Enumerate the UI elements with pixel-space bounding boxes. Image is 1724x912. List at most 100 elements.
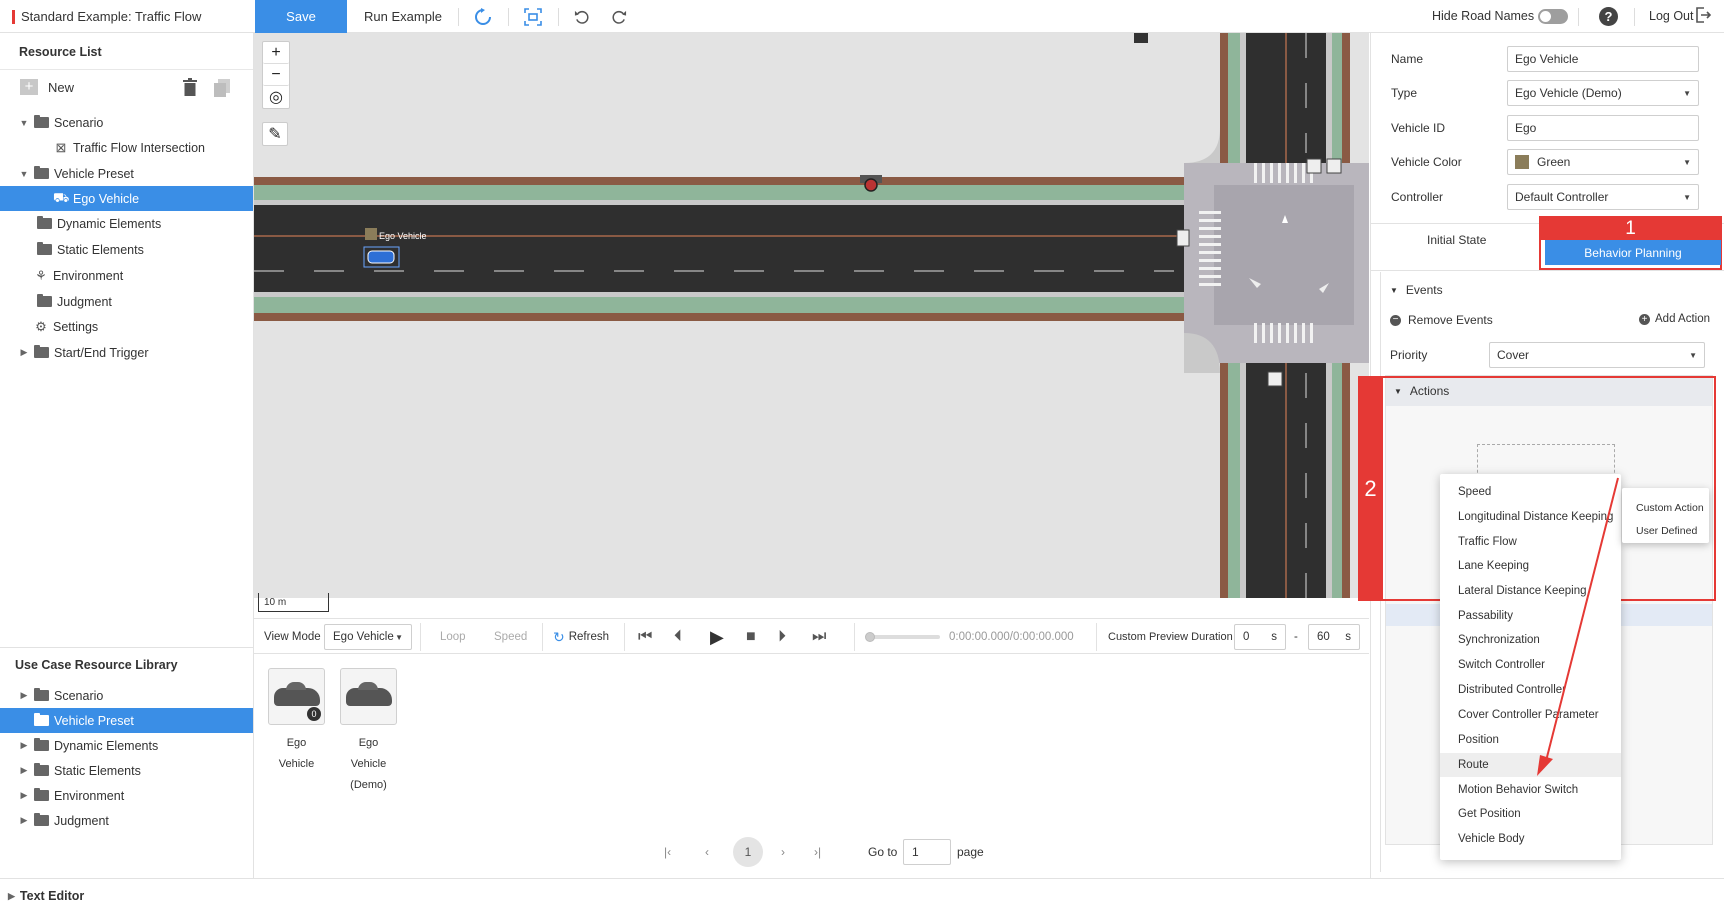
slider-handle[interactable] <box>865 632 875 642</box>
library-item-label: Judgment <box>54 813 109 828</box>
menu-item-get-position[interactable]: Get Position <box>1440 802 1621 826</box>
undo-icon[interactable] <box>571 6 593 28</box>
copy-icon[interactable] <box>214 79 230 100</box>
run-example-button[interactable]: Run Example <box>364 9 442 24</box>
zoom-out-button[interactable]: − <box>263 64 289 86</box>
library-item-static-elements[interactable]: ▶ Static Elements <box>0 758 253 783</box>
ruler-icon[interactable]: ✎ <box>262 122 288 146</box>
loop-button[interactable]: Loop <box>440 619 466 655</box>
tree-item-ego-vehicle[interactable]: ⛟ Ego Vehicle <box>0 186 253 211</box>
tree-item-label: Settings <box>53 319 99 334</box>
priority-select[interactable]: Cover ▼ <box>1489 342 1705 368</box>
sync-icon[interactable] <box>472 6 494 28</box>
toolbar-divider <box>558 8 559 26</box>
save-button[interactable]: Save <box>255 0 347 33</box>
remove-events-label: Remove Events <box>1408 313 1493 327</box>
tree-item-dynamic-elements[interactable]: Dynamic Elements <box>0 211 253 236</box>
logout-icon[interactable] <box>1694 6 1712 29</box>
tree-item-start-end-trigger[interactable]: ▶ Start/End Trigger <box>0 340 253 365</box>
tree-item-static-elements[interactable]: Static Elements <box>0 237 253 262</box>
tree-item-scenario[interactable]: ▼ Scenario <box>0 110 253 135</box>
expand-arrow-icon[interactable]: ▶ <box>18 347 30 358</box>
zoom-in-button[interactable]: + <box>263 42 289 64</box>
delete-icon[interactable] <box>182 78 198 99</box>
expand-arrow-icon[interactable]: ▶ <box>18 765 30 776</box>
redo-icon[interactable] <box>607 6 629 28</box>
duration-start-value: 0 <box>1243 631 1250 643</box>
tree-item-environment[interactable]: ⚘ Environment <box>0 263 253 288</box>
expand-arrow-icon[interactable]: ▶ <box>18 815 30 826</box>
divider <box>854 623 855 651</box>
controller-select[interactable]: Default Controller ▼ <box>1507 184 1699 210</box>
last-page-button[interactable]: ›| <box>814 838 821 866</box>
fit-view-icon[interactable] <box>522 6 544 28</box>
submenu-item-user-defined[interactable]: User Defined <box>1636 525 1697 537</box>
skip-to-start-icon[interactable]: ⏮ <box>638 619 652 655</box>
locate-icon[interactable]: ◎ <box>263 86 289 108</box>
step-forward-icon[interactable]: ⏵ <box>778 619 786 655</box>
submenu-item-custom-action[interactable]: Custom Action <box>1636 502 1704 514</box>
view-mode-select[interactable]: Ego Vehicle ▼ <box>324 624 412 650</box>
first-page-button[interactable]: |‹ <box>664 838 671 866</box>
page-label: page <box>957 845 984 859</box>
remove-events-button[interactable]: − Remove Events <box>1390 313 1493 327</box>
expand-arrow-icon[interactable]: ▶ <box>18 690 30 701</box>
duration-start-input[interactable]: 0s <box>1234 624 1286 650</box>
next-page-button[interactable]: › <box>781 838 785 866</box>
skip-to-end-icon[interactable]: ⏭ <box>812 619 826 655</box>
logout-button[interactable]: Log Out <box>1649 9 1693 23</box>
page-1-button[interactable]: 1 <box>733 837 763 867</box>
map-canvas[interactable]: Ego Vehicle + − ◎ ✎ <box>254 33 1369 598</box>
hide-road-names-toggle[interactable] <box>1538 9 1568 24</box>
timeline-slider[interactable] <box>865 632 940 642</box>
speed-button[interactable]: Speed <box>494 619 527 655</box>
priority-value: Cover <box>1497 348 1530 362</box>
step-back-icon[interactable]: ⏴ <box>674 619 682 655</box>
tree-item-traffic-flow-intersection[interactable]: ⊠ Traffic Flow Intersection <box>0 135 253 160</box>
expand-arrow-icon[interactable]: ▶ <box>18 740 30 751</box>
collapse-arrow-icon[interactable]: ▼ <box>18 169 30 179</box>
vehicle-card[interactable]: 0 Ego Vehicle <box>268 668 325 796</box>
name-input[interactable]: Ego Vehicle <box>1507 46 1699 72</box>
play-icon[interactable]: ▶ <box>710 619 724 655</box>
goto-page-input[interactable]: 1 <box>903 839 951 865</box>
stop-icon[interactable]: ■ <box>746 619 756 655</box>
tree-item-settings[interactable]: ⚙ Settings <box>0 314 253 339</box>
text-editor-bar[interactable]: ▶ Text Editor <box>0 878 1724 912</box>
library-item-dynamic-elements[interactable]: ▶ Dynamic Elements <box>0 733 253 758</box>
events-section-header[interactable]: ▼ Events <box>1390 283 1443 297</box>
refresh-button[interactable]: ↻ Refresh <box>553 619 609 655</box>
vehicle-id-input[interactable]: Ego <box>1507 115 1699 141</box>
priority-label: Priority <box>1390 348 1428 362</box>
menu-item-vehicle-body[interactable]: Vehicle Body <box>1440 827 1621 851</box>
type-select[interactable]: Ego Vehicle (Demo) ▼ <box>1507 80 1699 106</box>
type-value: Ego Vehicle (Demo) <box>1515 86 1622 100</box>
help-icon[interactable]: ? <box>1599 7 1618 26</box>
divider <box>624 623 625 651</box>
library-item-scenario[interactable]: ▶ Scenario <box>0 683 253 708</box>
collapse-arrow-icon[interactable]: ▼ <box>18 118 30 128</box>
prev-page-button[interactable]: ‹ <box>705 838 709 866</box>
tree-item-vehicle-preset[interactable]: ▼ Vehicle Preset <box>0 161 253 186</box>
expand-arrow-icon[interactable]: ▶ <box>18 790 30 801</box>
library-item-label: Vehicle Preset <box>54 713 134 728</box>
library-item-judgment[interactable]: ▶ Judgment <box>0 808 253 833</box>
expand-arrow-icon[interactable]: ▶ <box>8 891 15 902</box>
library-item-environment[interactable]: ▶ Environment <box>0 783 253 808</box>
library-item-label: Dynamic Elements <box>54 738 159 753</box>
vehicle-color-select[interactable]: Green ▼ <box>1507 149 1699 175</box>
view-mode-label: View Mode <box>264 631 321 643</box>
duration-end-input[interactable]: 60 s <box>1308 624 1360 650</box>
tab-behavior-planning[interactable]: Behavior Planning <box>1545 240 1721 265</box>
menu-item-motion-behavior-switch[interactable]: Motion Behavior Switch <box>1440 778 1621 802</box>
tab-initial-state[interactable]: Initial State <box>1427 233 1486 247</box>
card-label-sub: (Demo) <box>350 779 387 791</box>
vehicle-card[interactable]: Ego Vehicle (Demo) <box>340 668 397 796</box>
folder-icon <box>37 242 52 255</box>
tree-item-judgment[interactable]: Judgment <box>0 289 253 314</box>
add-action-button[interactable]: + Add Action <box>1639 313 1710 325</box>
library-item-vehicle-preset[interactable]: Vehicle Preset <box>0 708 253 733</box>
zoom-controls: + − ◎ <box>262 41 290 109</box>
divider <box>542 623 543 651</box>
new-resource-button[interactable]: + New <box>20 79 74 95</box>
